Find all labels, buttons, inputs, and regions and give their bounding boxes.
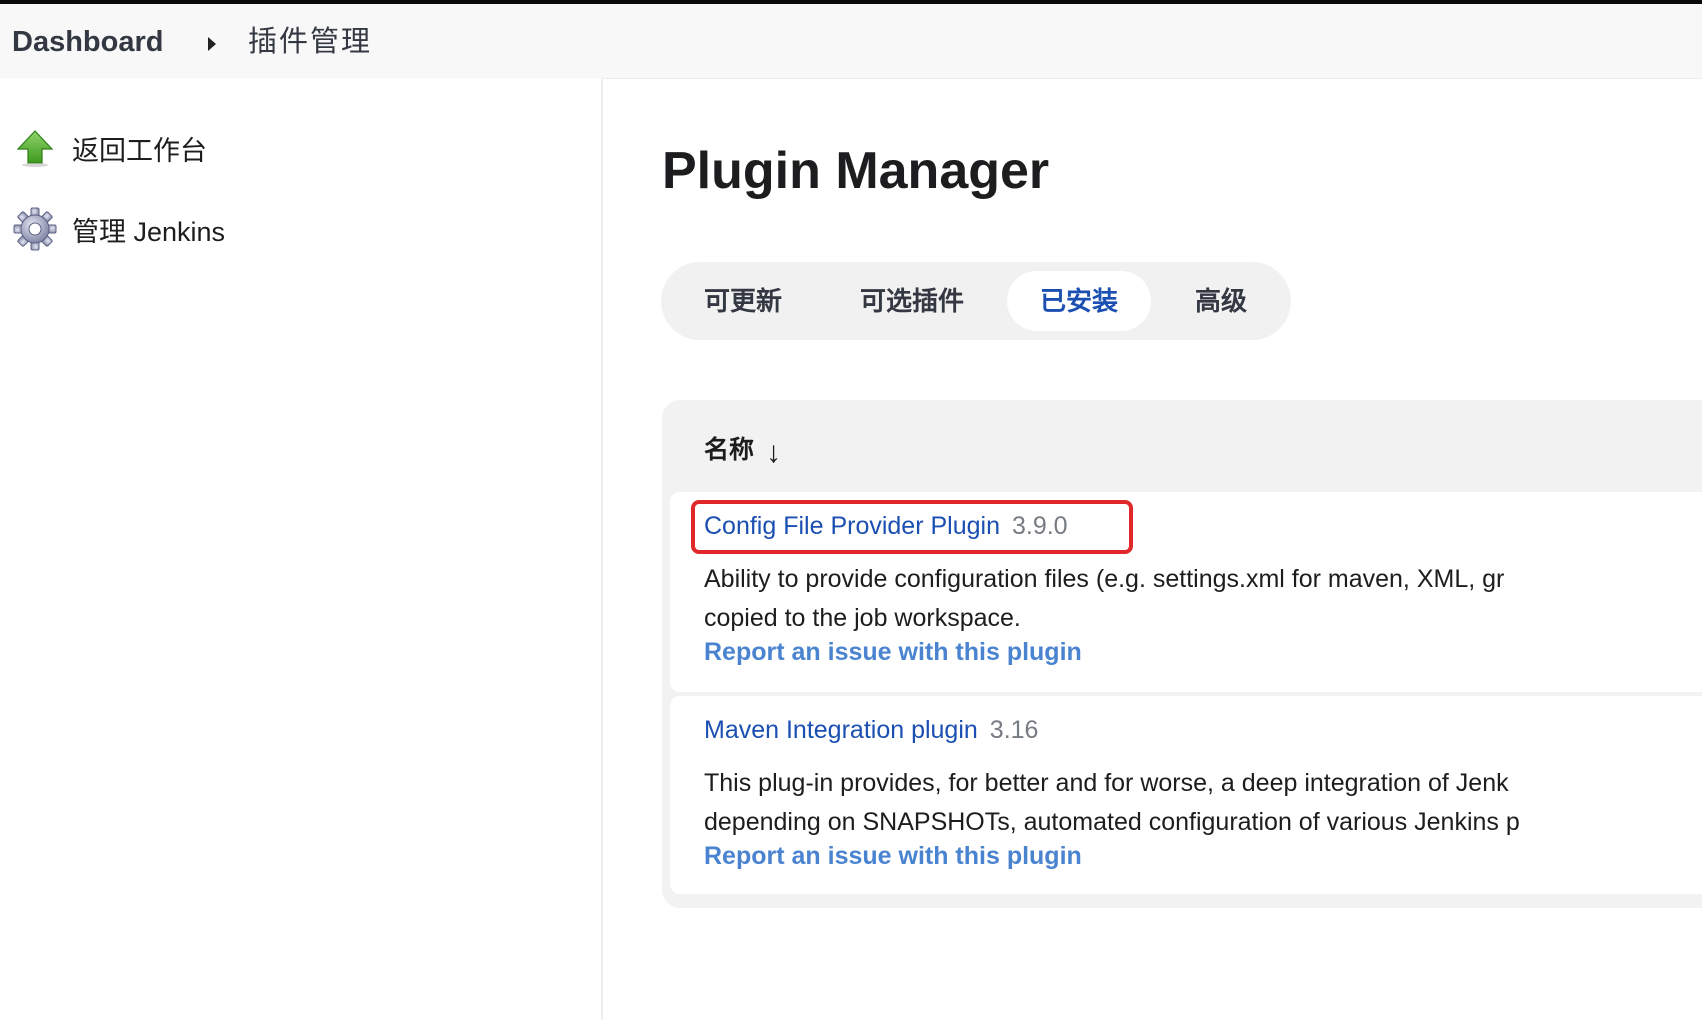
- sort-arrow-icon: ↓: [766, 436, 782, 469]
- plugin-name-link[interactable]: Config File Provider Plugin: [704, 512, 1000, 540]
- sidebar: 返回工作台 管理 Jenkins: [0, 78, 603, 1020]
- plugin-description-line: depending on SNAPSHOTs, automated config…: [704, 808, 1520, 836]
- plugin-name-link[interactable]: Maven Integration plugin: [704, 716, 978, 744]
- plugin-description: Ability to provide configuration files (…: [704, 560, 1702, 638]
- plugin-description: This plug-in provides, for better and fo…: [704, 764, 1702, 842]
- plugin-version: 3.9.0: [1011, 512, 1068, 540]
- up-arrow-icon: [12, 125, 58, 171]
- breadcrumb-dashboard-link[interactable]: Dashboard: [12, 26, 163, 58]
- installed-plugins-table: 名称 ↓ Config File Provider Plugin 3.9.0 Abi…: [662, 400, 1702, 908]
- report-issue-link[interactable]: Report an issue with this plugin: [704, 638, 1082, 667]
- plugin-description-line: copied to the job workspace.: [704, 604, 1021, 632]
- table-row: Maven Integration plugin 3.16 This plug-i…: [670, 696, 1702, 894]
- column-header-name[interactable]: 名称 ↓: [704, 430, 782, 469]
- breadcrumb-current[interactable]: 插件管理: [248, 26, 372, 58]
- sidebar-item-manage-jenkins[interactable]: 管理 Jenkins: [12, 205, 225, 253]
- gear-icon: [12, 206, 58, 252]
- breadcrumb-separator-icon[interactable]: [208, 37, 216, 51]
- plugin-description-line: This plug-in provides, for better and fo…: [704, 769, 1509, 797]
- tab-installed[interactable]: 已安装: [1007, 271, 1151, 331]
- table-row: Config File Provider Plugin 3.9.0 Ability…: [670, 492, 1702, 692]
- tab-advanced[interactable]: 高级: [1171, 271, 1271, 331]
- sidebar-item-label: 管理 Jenkins: [72, 216, 226, 247]
- tab-updates[interactable]: 可更新: [683, 271, 803, 331]
- tab-bar: 可更新 可选插件 已安装 高级: [661, 262, 1291, 340]
- column-header-label: 名称: [704, 436, 755, 464]
- plugin-title: Config File Provider Plugin 3.9.0: [704, 512, 1068, 541]
- plugin-description-line: Ability to provide configuration files (…: [704, 565, 1505, 593]
- plugin-version: 3.16: [989, 716, 1039, 744]
- tab-available[interactable]: 可选插件: [841, 271, 983, 331]
- report-issue-link[interactable]: Report an issue with this plugin: [704, 842, 1082, 871]
- sidebar-item-label: 返回工作台: [72, 135, 207, 166]
- sidebar-item-back-to-dashboard[interactable]: 返回工作台: [12, 124, 207, 172]
- plugin-title: Maven Integration plugin 3.16: [704, 716, 1038, 745]
- breadcrumb: Dashboard 插件管理: [0, 4, 1702, 79]
- page-title: Plugin Manager: [662, 142, 1050, 200]
